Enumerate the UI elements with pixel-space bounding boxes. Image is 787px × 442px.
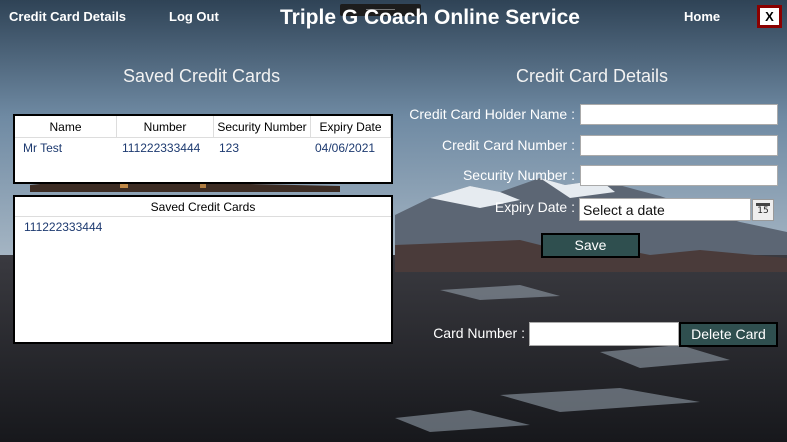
grid-column-header[interactable]: Expiry Date [311, 116, 391, 137]
grid-cell-number: 111222333444 [122, 141, 201, 155]
holder-name-label: Credit Card Holder Name : [409, 106, 575, 122]
card-number-label: Credit Card Number : [441, 137, 575, 153]
list-header: Saved Credit Cards [15, 197, 391, 217]
close-button[interactable]: X [757, 5, 782, 28]
save-button[interactable]: Save [541, 233, 640, 258]
grid-column-header[interactable]: Name [15, 116, 117, 137]
expiry-date-label: Expiry Date : [494, 199, 575, 215]
security-number-label: Security Number : [462, 167, 575, 183]
security-number-input[interactable] [580, 165, 778, 186]
saved-cards-grid[interactable]: Name Number Security Number Expiry Date … [13, 114, 393, 184]
delete-card-button[interactable]: Delete Card [679, 322, 778, 347]
list-item[interactable]: 111222333444 [15, 217, 391, 234]
app-title: Triple G Coach Online Service [280, 6, 580, 29]
delete-card-number-input[interactable] [529, 322, 679, 346]
table-row[interactable]: Mr Test 111222333444 123 04/06/2021 [15, 138, 391, 158]
grid-column-header[interactable]: Security Number [214, 116, 311, 137]
calendar-icon-day: 15 [757, 206, 769, 216]
saved-cards-list[interactable]: Saved Credit Cards 111222333444 [13, 195, 393, 344]
delete-card-number-label: Card Number : [433, 325, 525, 341]
card-number-input[interactable] [580, 135, 778, 156]
holder-name-input[interactable] [580, 104, 778, 125]
calendar-icon[interactable]: 15 [752, 199, 774, 221]
card-details-heading: Credit Card Details [516, 66, 669, 86]
grid-header: Name Number Security Number Expiry Date [15, 116, 391, 138]
nav-home[interactable]: Home [684, 9, 720, 24]
grid-cell-security: 123 [219, 141, 240, 155]
grid-column-header[interactable]: Number [117, 116, 214, 137]
expiry-date-picker[interactable]: Select a date [579, 198, 751, 221]
saved-cards-heading: Saved Credit Cards [123, 66, 281, 86]
nav-credit-card-details[interactable]: Credit Card Details [9, 9, 126, 24]
grid-cell-expiry: 04/06/2021 [315, 141, 376, 155]
nav-log-out[interactable]: Log Out [169, 9, 219, 24]
grid-cell-name: Mr Test [23, 141, 63, 155]
